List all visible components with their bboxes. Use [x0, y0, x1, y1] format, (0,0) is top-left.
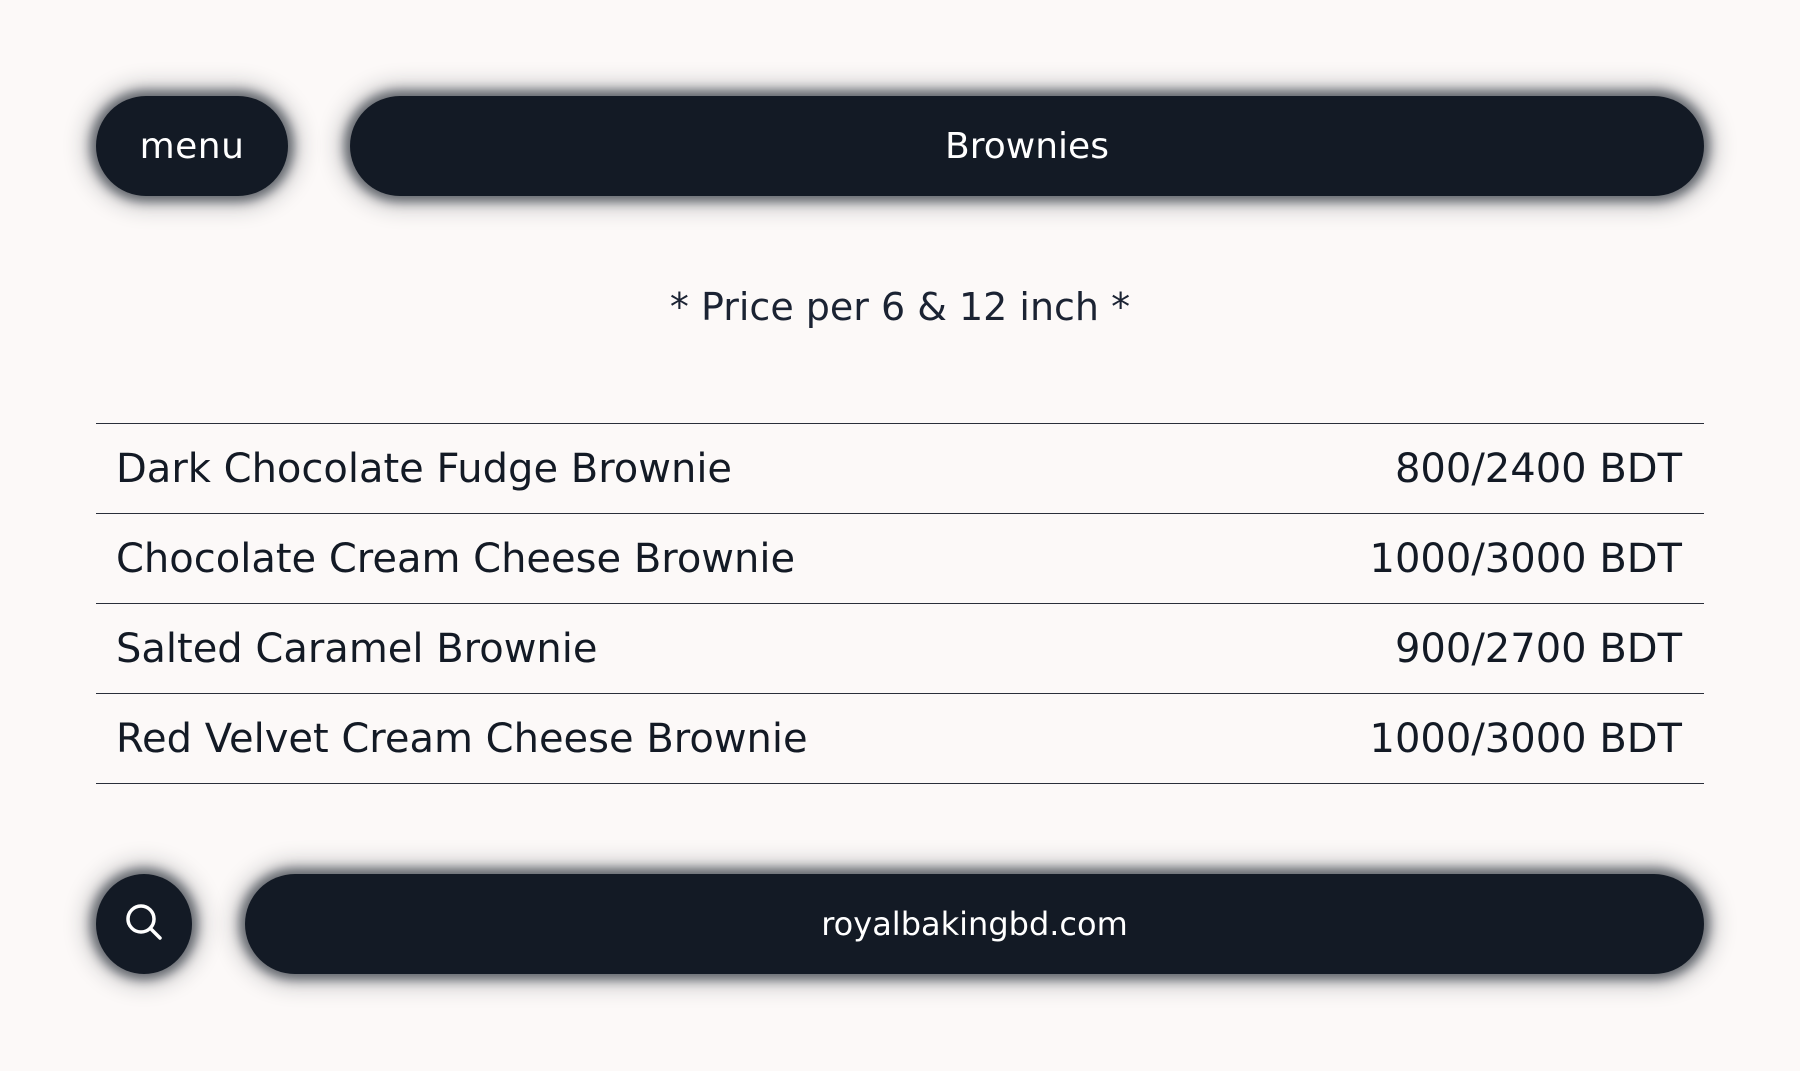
website-url: royalbakingbd.com	[821, 905, 1128, 943]
item-price: 900/2700 BDT	[1394, 625, 1682, 672]
menu-button[interactable]: menu	[96, 96, 288, 196]
list-item: Red Velvet Cream Cheese Brownie 1000/300…	[96, 694, 1704, 784]
page-title: Brownies	[945, 125, 1109, 167]
item-price: 1000/3000 BDT	[1369, 715, 1682, 762]
page-title-bar: Brownies	[350, 96, 1704, 196]
website-link[interactable]: royalbakingbd.com	[245, 874, 1704, 974]
list-item: Salted Caramel Brownie 900/2700 BDT	[96, 604, 1704, 694]
item-price: 1000/3000 BDT	[1369, 535, 1682, 582]
list-item: Dark Chocolate Fudge Brownie 800/2400 BD…	[96, 424, 1704, 514]
item-name: Salted Caramel Brownie	[116, 625, 598, 672]
price-list: Dark Chocolate Fudge Brownie 800/2400 BD…	[96, 423, 1704, 784]
item-name: Dark Chocolate Fudge Brownie	[116, 445, 733, 492]
search-button[interactable]	[96, 874, 192, 974]
price-note: * Price per 6 & 12 inch *	[669, 285, 1131, 329]
item-name: Red Velvet Cream Cheese Brownie	[116, 715, 808, 762]
item-name: Chocolate Cream Cheese Brownie	[116, 535, 796, 582]
list-item: Chocolate Cream Cheese Brownie 1000/3000…	[96, 514, 1704, 604]
item-price: 800/2400 BDT	[1394, 445, 1682, 492]
menu-label: menu	[139, 125, 245, 167]
search-icon	[123, 901, 165, 947]
